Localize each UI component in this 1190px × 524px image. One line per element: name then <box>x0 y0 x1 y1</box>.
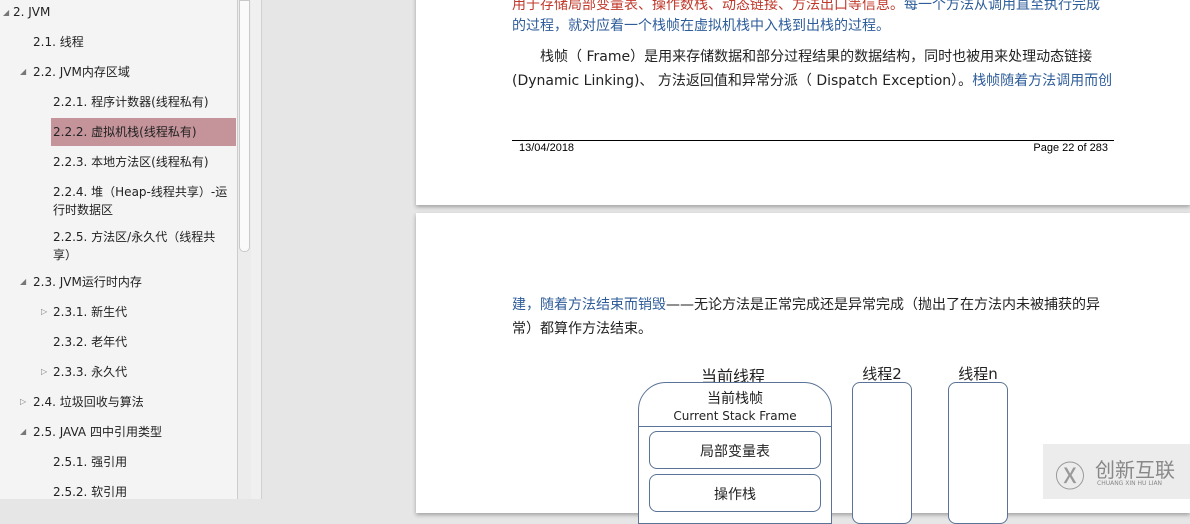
text-line: 建，随着方法结束而销毁 <box>512 297 666 313</box>
footer-date: 13/04/2018 <box>519 142 575 154</box>
text-line: 的过程，就对应着一个栈帧在虚拟机栈中入栈到出栈的过程。 <box>512 18 890 34</box>
page-number: Page 22 of 283 <box>1033 142 1108 154</box>
diagram-label: 线程n <box>958 365 998 383</box>
outline-sidebar: ◢ 2. JVM 2.1. 线程 ◢ 2.2. JVM内存区域 2.2.1. 程序计… <box>0 0 237 499</box>
expanded-triangle-icon[interactable]: ◢ <box>3 4 9 22</box>
diagram-label: 局部变量表 <box>700 444 770 460</box>
text-line: 栈帧随着方法调用而创 <box>972 73 1113 89</box>
diagram-label: 当前栈帧 <box>707 391 763 407</box>
operand-stack-box: 操作栈 <box>649 474 821 512</box>
text-line: 每一个方法从调用直至执行完成 <box>904 0 1100 13</box>
text-line: 常）都算作方法结束。 <box>512 321 652 337</box>
text-line: 栈帧（ Frame）是用来存储数据和部分过程结果的数据结构，同时也被用来处理动态… <box>540 49 1093 65</box>
outline-item-selected[interactable]: 2.2.2. 虚拟机栈(线程私有) <box>51 118 236 146</box>
diagram-label: 线程2 <box>862 365 902 383</box>
expanded-triangle-icon[interactable]: ◢ <box>20 273 26 291</box>
text-line: ——无论方法是正常完成还是异常完成（抛出了在方法内未被捕获的异 <box>666 297 1100 313</box>
scrollbar-thumb[interactable] <box>239 0 250 252</box>
watermark-subtext: CHUANG XIN HU LIAN <box>1097 480 1163 487</box>
expanded-triangle-icon[interactable]: ◢ <box>20 63 26 81</box>
expanded-triangle-icon[interactable]: ◢ <box>20 423 26 441</box>
diagram-label: 操作栈 <box>714 487 756 503</box>
footer-rule <box>512 140 1114 141</box>
text-line: (Dynamic Linking)、 方法返回值和异常分派（ Dispatch … <box>512 73 973 89</box>
current-thread-box: 当前栈帧 Current Stack Frame 局部变量表 操作栈 <box>638 382 832 524</box>
text-line: 用于存储局部变量表、操作数栈、动态链接、方法出口等信息。 <box>512 0 904 13</box>
watermark-text: 创新互联 <box>1095 458 1175 482</box>
document-page-22: 用于存储局部变量表、操作数栈、动态链接、方法出口等信息。每一个方法从调用直至执行… <box>416 0 1190 205</box>
thread2-box <box>852 382 912 524</box>
local-vars-box: 局部变量表 <box>649 431 821 469</box>
watermark-logo-icon: Ⓧ <box>1055 460 1085 495</box>
collapsed-triangle-icon[interactable]: ▷ <box>41 363 47 381</box>
threadn-box <box>948 382 1008 524</box>
collapsed-triangle-icon[interactable]: ▷ <box>20 393 26 411</box>
watermark: Ⓧ 创新互联 CHUANG XIN HU LIAN <box>1043 444 1190 499</box>
diagram-label: Current Stack Frame <box>673 409 797 423</box>
splitter[interactable] <box>251 0 262 499</box>
collapsed-triangle-icon[interactable]: ▷ <box>41 303 47 321</box>
